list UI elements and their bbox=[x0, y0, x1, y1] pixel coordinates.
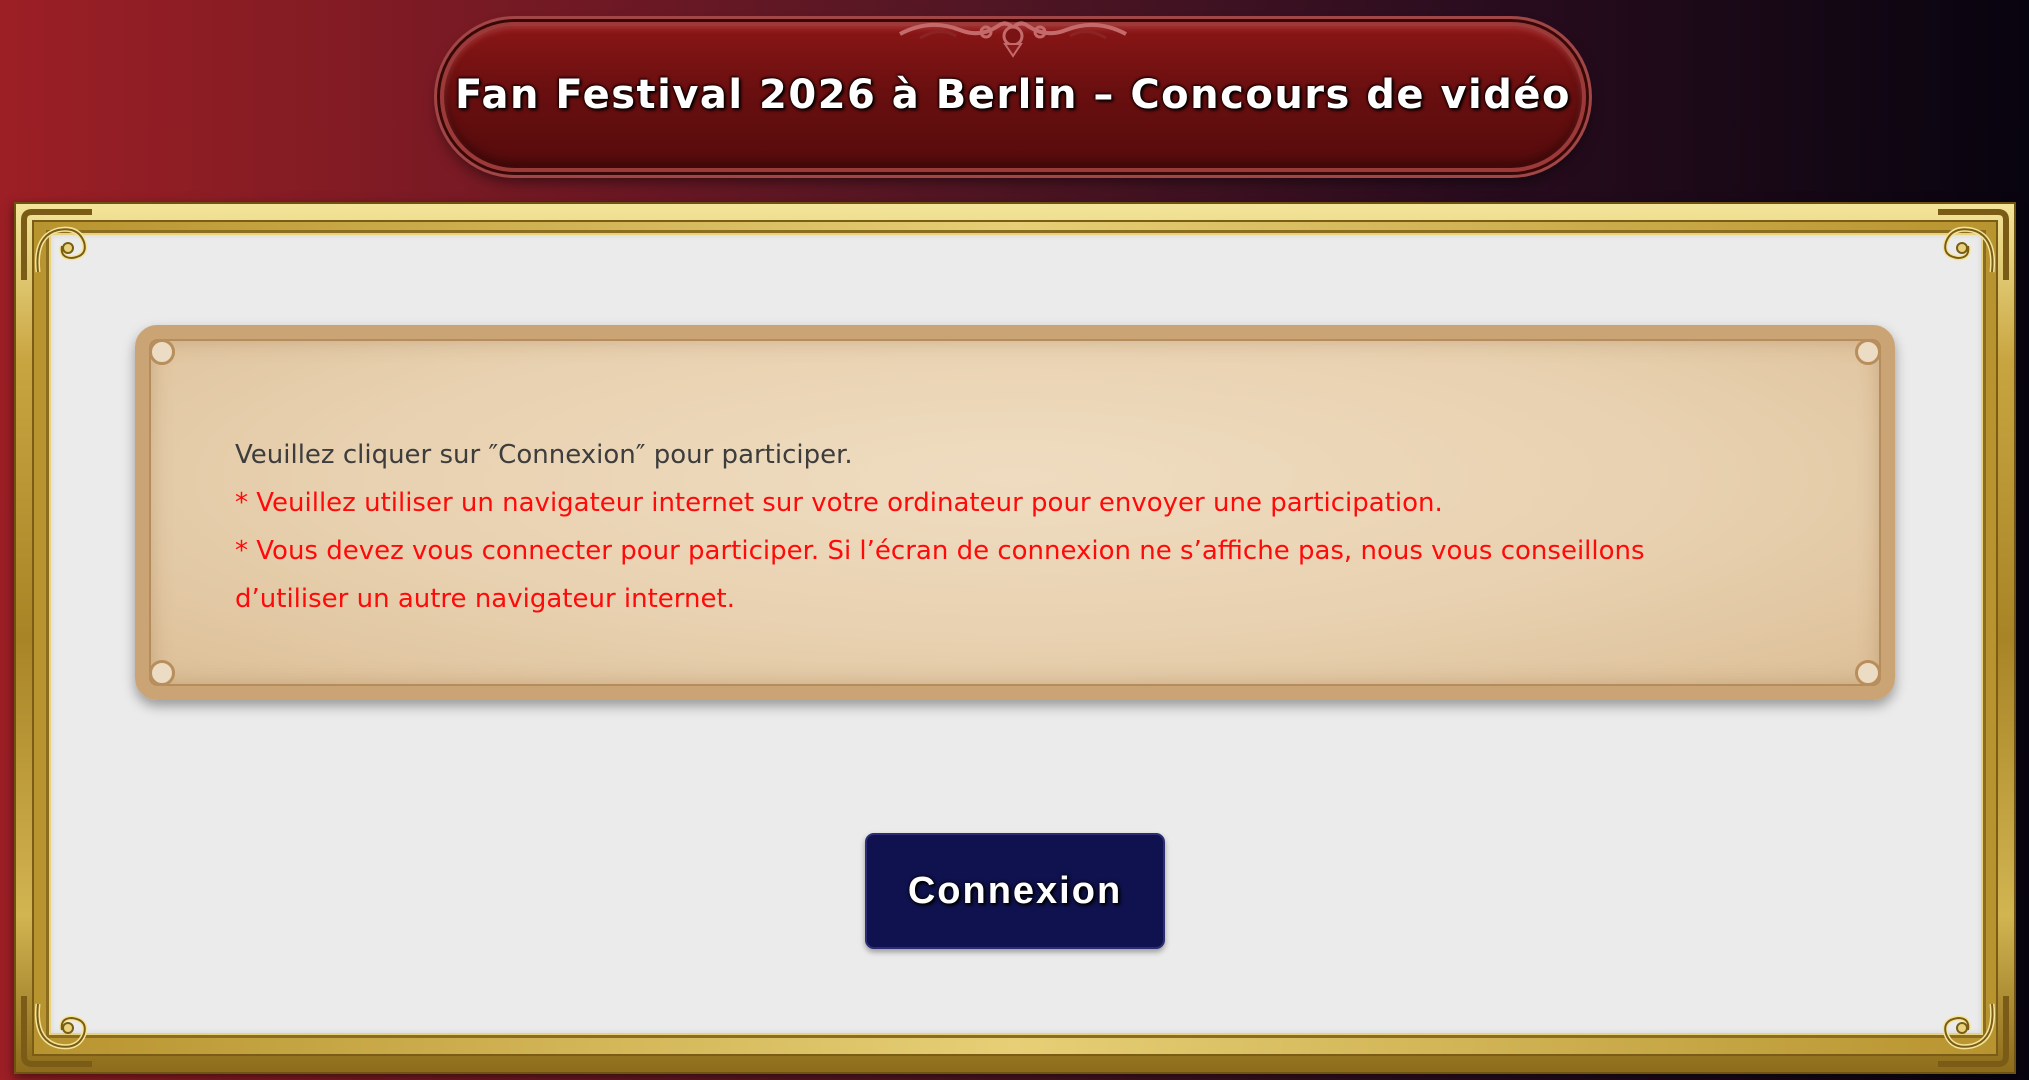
notice-warning-login-cont: d’utiliser un autre navigateur internet. bbox=[235, 584, 735, 614]
frame-corner-ornament-icon bbox=[1938, 209, 2009, 280]
notice-rivet-icon bbox=[1855, 660, 1881, 686]
notice-text: Veuillez cliquer sur ″Connexion″ pour pa… bbox=[235, 431, 1795, 623]
notice-warning-login: * Vous devez vous connecter pour partici… bbox=[235, 536, 1645, 566]
login-button[interactable]: Connexion bbox=[865, 833, 1165, 949]
notice-instruction: Veuillez cliquer sur ″Connexion″ pour pa… bbox=[235, 440, 853, 470]
frame-corner-ornament-icon bbox=[21, 996, 92, 1067]
page-title: Fan Festival 2026 à Berlin – Concours de… bbox=[455, 72, 1571, 118]
notice-rivet-icon bbox=[1855, 339, 1881, 365]
notice-warning-browser: * Veuillez utiliser un navigateur intern… bbox=[235, 488, 1443, 518]
frame-corner-ornament-icon bbox=[21, 209, 92, 280]
banner-ornament-icon bbox=[899, 21, 1127, 58]
instructions-notice: Veuillez cliquer sur ″Connexion″ pour pa… bbox=[135, 325, 1895, 700]
notice-rivet-icon bbox=[149, 660, 175, 686]
notice-rivet-icon bbox=[149, 339, 175, 365]
title-banner: Fan Festival 2026 à Berlin – Concours de… bbox=[440, 14, 1586, 174]
frame-corner-ornament-icon bbox=[1938, 996, 2009, 1067]
